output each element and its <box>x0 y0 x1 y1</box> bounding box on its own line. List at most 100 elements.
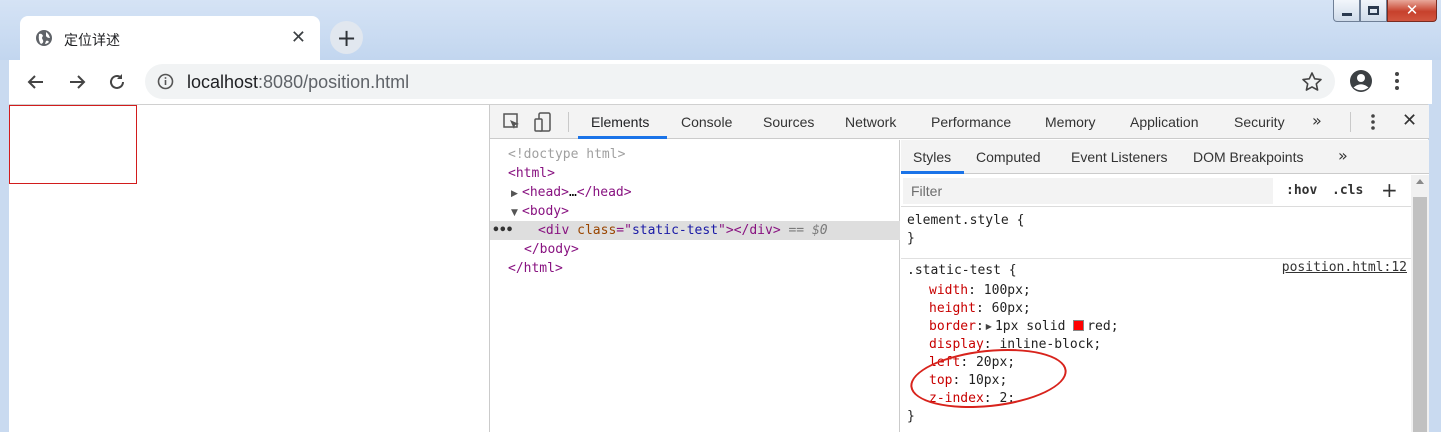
inspect-element-icon[interactable] <box>502 112 522 137</box>
prop-colon: : <box>960 355 969 370</box>
dom-node-head[interactable]: ▶ <head>…</head> <box>490 183 900 202</box>
scroll-up-arrow-icon[interactable] <box>1416 179 1424 184</box>
browser-tab[interactable]: 定位详述 ✕ <box>20 16 320 60</box>
forward-arrow-icon[interactable] <box>66 71 88 93</box>
rule-divider <box>901 258 1411 259</box>
html-open-tag: <html> <box>508 166 555 181</box>
prop-colon: : <box>975 301 984 316</box>
active-tab-indicator <box>578 136 667 139</box>
device-toolbar-icon[interactable] <box>534 112 554 137</box>
prop-colon: : <box>975 319 984 334</box>
tab-network[interactable]: Network <box>845 114 896 130</box>
doctype-text: <!doctype html> <box>508 147 626 162</box>
more-panes-icon[interactable]: » <box>1338 146 1348 165</box>
styles-tab-bar: Styles Computed Event Listeners DOM Brea… <box>901 140 1429 174</box>
toolbar-divider <box>568 112 569 132</box>
tab-performance[interactable]: Performance <box>931 114 1011 130</box>
node-actions-icon[interactable]: ••• <box>492 221 514 240</box>
dom-node-doctype[interactable]: <!doctype html> <box>490 145 900 164</box>
declaration-border[interactable]: border: ▶ 1px solid red; <box>929 318 1119 336</box>
declaration-width[interactable]: width: 100px; <box>929 282 1031 300</box>
elements-dom-tree: <!doctype html> <html> ▶ <head>…</head> ▼… <box>490 140 900 432</box>
body-open-tag: <body> <box>522 204 569 219</box>
declaration-display[interactable]: display: inline-block; <box>929 336 1101 354</box>
bookmark-star-icon[interactable] <box>1301 71 1323 98</box>
prop-value: inline-block; <box>991 337 1102 352</box>
tab-computed[interactable]: Computed <box>976 149 1041 165</box>
dom-node-div-selected[interactable]: ••• <div class="static-test"></div> == $… <box>490 221 900 240</box>
browser-menu-icon[interactable] <box>1394 70 1400 97</box>
new-tab-button[interactable]: + <box>330 21 363 54</box>
styles-filter-row: :hov .cls + <box>901 175 1411 207</box>
expand-shorthand-icon[interactable]: ▶ <box>986 318 992 336</box>
back-arrow-icon[interactable] <box>25 71 47 93</box>
prop-value: 60px; <box>983 301 1031 316</box>
new-rule-icon[interactable]: + <box>1381 178 1398 202</box>
div-open-tag: <div <box>538 223 570 238</box>
dom-node-html[interactable]: <html> <box>490 164 900 183</box>
styles-scrollbar[interactable] <box>1411 175 1429 432</box>
div-attr-quote: "> <box>718 223 734 238</box>
address-bar[interactable]: localhost:8080/position.html <box>145 64 1335 99</box>
maximize-icon <box>1368 6 1379 15</box>
tab-styles[interactable]: Styles <box>913 149 951 165</box>
minimize-button[interactable] <box>1333 0 1360 22</box>
prop-name: height <box>929 301 976 316</box>
styles-pane: Styles Computed Event Listeners DOM Brea… <box>901 140 1429 432</box>
body-close-tag: </body> <box>524 242 579 257</box>
static-test-close: } <box>907 409 915 424</box>
color-swatch-icon[interactable] <box>1073 320 1085 331</box>
tab-event-listeners[interactable]: Event Listeners <box>1071 149 1168 165</box>
devtools-menu-icon[interactable] <box>1370 112 1376 137</box>
tab-memory[interactable]: Memory <box>1045 114 1096 130</box>
more-tabs-icon[interactable]: » <box>1312 111 1322 130</box>
class-toggle[interactable]: .cls <box>1332 183 1363 198</box>
static-test-selector[interactable]: .static-test { <box>907 262 1017 280</box>
prop-name: top <box>929 373 953 388</box>
close-window-button[interactable]: ✕ <box>1387 0 1437 22</box>
prop-name: left <box>929 355 961 370</box>
head-close-tag: </head> <box>576 185 632 200</box>
prop-value: 1px solid <box>994 319 1074 334</box>
html-close-tag: </html> <box>508 261 563 276</box>
div-close-tag: </div> <box>733 223 781 238</box>
div-attr-value: static-test <box>631 223 719 238</box>
hover-state-toggle[interactable]: :hov <box>1286 183 1317 198</box>
declaration-height[interactable]: height: 60px; <box>929 300 1031 318</box>
tab-console[interactable]: Console <box>681 114 732 130</box>
profile-avatar-icon[interactable] <box>1349 69 1373 98</box>
prop-value: 100px; <box>975 283 1031 298</box>
declaration-left[interactable]: left: 20px; <box>929 354 1015 372</box>
tab-close-icon[interactable]: ✕ <box>291 27 306 48</box>
devtools-close-icon[interactable]: ✕ <box>1402 110 1417 131</box>
declaration-z-index[interactable]: z-index: 2; <box>929 390 1015 408</box>
prop-name: width <box>929 283 969 298</box>
devtools-tab-bar: Elements Console Sources Network Perform… <box>490 105 1429 139</box>
tab-sources[interactable]: Sources <box>763 114 814 130</box>
maximize-button[interactable] <box>1360 0 1387 22</box>
scroll-thumb[interactable] <box>1413 197 1427 432</box>
reload-icon[interactable] <box>106 71 128 93</box>
declaration-top[interactable]: top: 10px; <box>929 372 1007 390</box>
info-icon[interactable] <box>157 73 174 95</box>
tab-application[interactable]: Application <box>1130 114 1199 130</box>
url-path: :8080/position.html <box>258 72 410 92</box>
dom-node-body-close[interactable]: </body> <box>490 240 900 259</box>
url-text[interactable]: localhost:8080/position.html <box>187 72 409 93</box>
static-test-box <box>9 105 137 184</box>
minimize-icon <box>1341 13 1352 16</box>
tab-dom-breakpoints[interactable]: DOM Breakpoints <box>1193 149 1303 165</box>
styles-filter-input[interactable] <box>903 178 1273 204</box>
dom-node-html-close[interactable]: </html> <box>490 259 900 278</box>
active-pane-indicator <box>901 171 964 174</box>
rule-source-link[interactable]: position.html:12 <box>1282 260 1407 275</box>
prop-value: 20px; <box>968 355 1016 370</box>
head-ellipsis: … <box>568 185 577 200</box>
dom-node-body[interactable]: ▼ <body> <box>490 202 900 221</box>
tab-security[interactable]: Security <box>1234 114 1285 130</box>
devtools-panel: Elements Console Sources Network Perform… <box>489 104 1429 432</box>
tab-elements[interactable]: Elements <box>591 114 649 130</box>
prop-value-color: red; <box>1087 319 1119 334</box>
element-style-selector[interactable]: element.style { <box>907 212 1024 230</box>
prop-name: z-index <box>929 391 984 406</box>
